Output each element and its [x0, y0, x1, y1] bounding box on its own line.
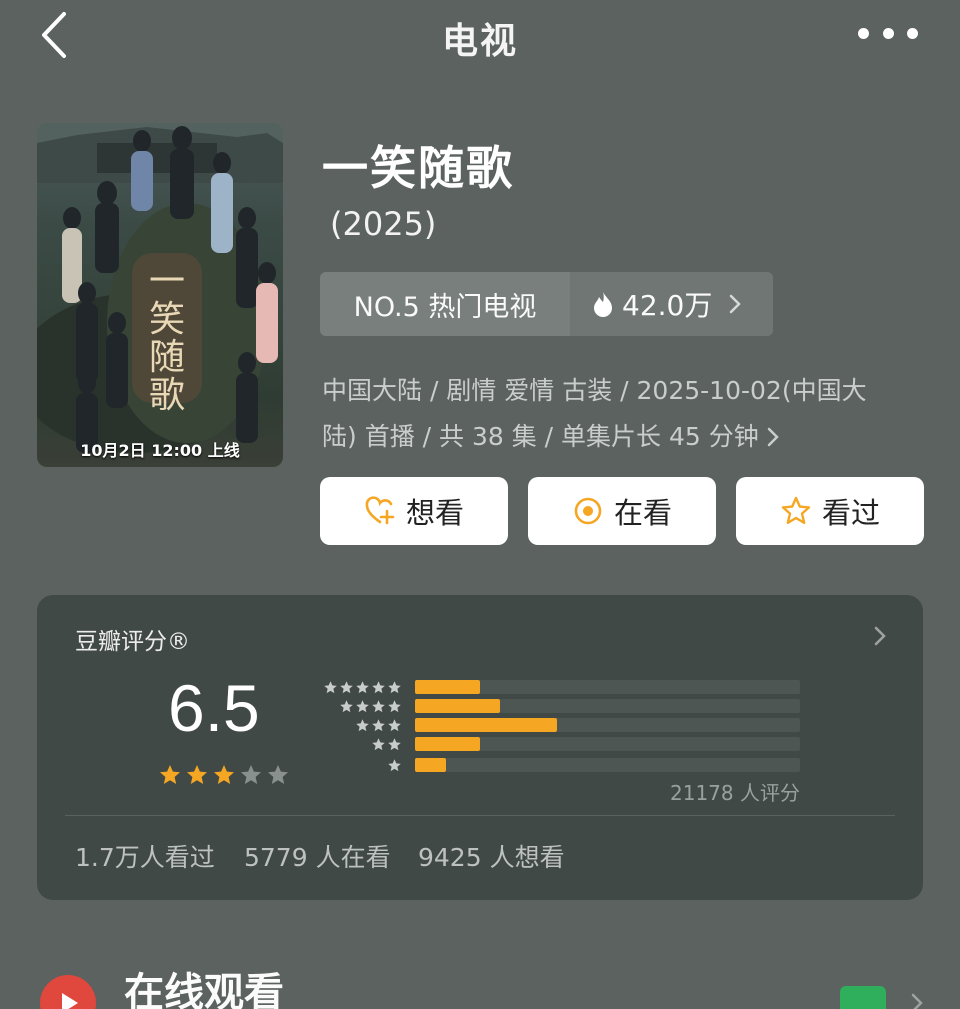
distribution-stars — [314, 680, 402, 695]
distribution-stars — [314, 699, 402, 714]
ranking-pill[interactable]: NO.5 热门电视 42.0万 — [320, 272, 773, 336]
distribution-bar — [415, 718, 558, 732]
star-small-icon — [324, 680, 337, 693]
star-small-icon — [388, 680, 401, 693]
meta-line-2: 陆) 首播 / 共 38 集 / 单集片长 45 分钟 — [322, 414, 922, 460]
distribution-track — [415, 680, 800, 694]
star-filled-icon — [214, 765, 234, 784]
svg-text:笑: 笑 — [149, 299, 185, 340]
distribution-track — [415, 718, 800, 732]
stat-watching: 5779 人在看 — [244, 843, 391, 872]
distribution-row-1-star — [314, 756, 800, 774]
want-label: 想看 — [405, 496, 464, 530]
star-small-icon — [372, 718, 385, 731]
distribution-stars — [314, 758, 402, 773]
distribution-track — [415, 758, 800, 772]
star-small-icon — [356, 718, 369, 731]
target-icon — [574, 497, 602, 525]
chevron-right-icon[interactable] — [872, 624, 888, 648]
stat-want: 9425 人想看 — [418, 843, 565, 872]
watched-label: 看过 — [821, 496, 880, 530]
poster-art: 一 笑 随 歌 — [37, 123, 283, 453]
more-dots-icon[interactable] — [858, 16, 918, 50]
star-small-icon — [388, 758, 401, 771]
svg-text:随: 随 — [149, 337, 185, 378]
distribution-row-2-star — [314, 735, 800, 753]
star-small-icon — [340, 699, 353, 712]
heat-section: 42.0万 — [570, 272, 773, 336]
distribution-row-3-star — [314, 716, 800, 734]
star-small-icon — [372, 737, 385, 750]
show-meta[interactable]: 中国大陆 / 剧情 爱情 古装 / 2025-10-02(中国大 陆) 首播 /… — [322, 368, 922, 460]
online-watch-title: 在线观看 — [124, 970, 284, 1009]
star-small-icon — [388, 699, 401, 712]
star-small-icon — [388, 718, 401, 731]
play-icon — [40, 975, 96, 1009]
star-filled-icon — [187, 765, 207, 784]
star-empty-icon — [268, 765, 288, 784]
poster-release-caption: 10月2日 12:00 上线 — [80, 441, 240, 460]
distribution-stars — [314, 737, 402, 752]
watching-button[interactable]: 在看 — [528, 477, 716, 545]
distribution-bar — [415, 758, 446, 772]
star-small-icon — [356, 699, 369, 712]
distribution-track — [415, 699, 800, 713]
chevron-right-icon — [730, 294, 742, 314]
show-year: (2025) — [330, 205, 437, 243]
platform-logo-icon[interactable] — [840, 986, 886, 1009]
star-small-icon — [372, 680, 385, 693]
distribution-bar — [415, 680, 481, 694]
douban-rating-label: 豆瓣评分® — [75, 629, 190, 655]
poster-image[interactable]: 一 笑 随 歌 10月2日 12:00 上线 — [37, 123, 283, 467]
rating-count: 21178 人评分 — [670, 781, 800, 805]
page-title: 电视 — [441, 21, 518, 62]
heart-plus-icon — [365, 496, 395, 525]
distribution-row-5-star — [314, 678, 800, 696]
distribution-bar — [415, 737, 481, 751]
rank-label: NO.5 热门电视 — [320, 272, 570, 336]
distribution-bar — [415, 699, 500, 713]
meta-line-1: 中国大陆 / 剧情 爱情 古装 / 2025-10-02(中国大 — [322, 376, 867, 405]
star-small-icon — [356, 680, 369, 693]
distribution-row-4-star — [314, 697, 800, 715]
star-small-icon — [388, 737, 401, 750]
flame-icon — [594, 292, 612, 317]
want-to-watch-button[interactable]: 想看 — [320, 477, 508, 545]
stat-watched: 1.7万人看过 — [75, 843, 215, 872]
chevron-right-icon[interactable] — [910, 992, 924, 1009]
svg-text:歌: 歌 — [149, 375, 185, 416]
score-stars — [158, 763, 290, 787]
star-small-icon — [372, 699, 385, 712]
watched-button[interactable]: 看过 — [736, 477, 924, 545]
heat-value: 42.0万 — [622, 289, 713, 322]
chevron-right-icon — [767, 427, 779, 447]
show-title: 一笑随歌 — [322, 141, 514, 195]
star-outline-icon — [781, 496, 811, 524]
watching-label: 在看 — [613, 496, 672, 530]
star-small-icon — [340, 680, 353, 693]
distribution-stars — [314, 718, 402, 733]
rating-score: 6.5 — [168, 671, 260, 745]
star-empty-icon — [241, 765, 261, 784]
star-filled-icon — [160, 765, 180, 784]
divider — [65, 815, 895, 816]
svg-text:一: 一 — [149, 261, 185, 302]
distribution-track — [415, 737, 800, 751]
